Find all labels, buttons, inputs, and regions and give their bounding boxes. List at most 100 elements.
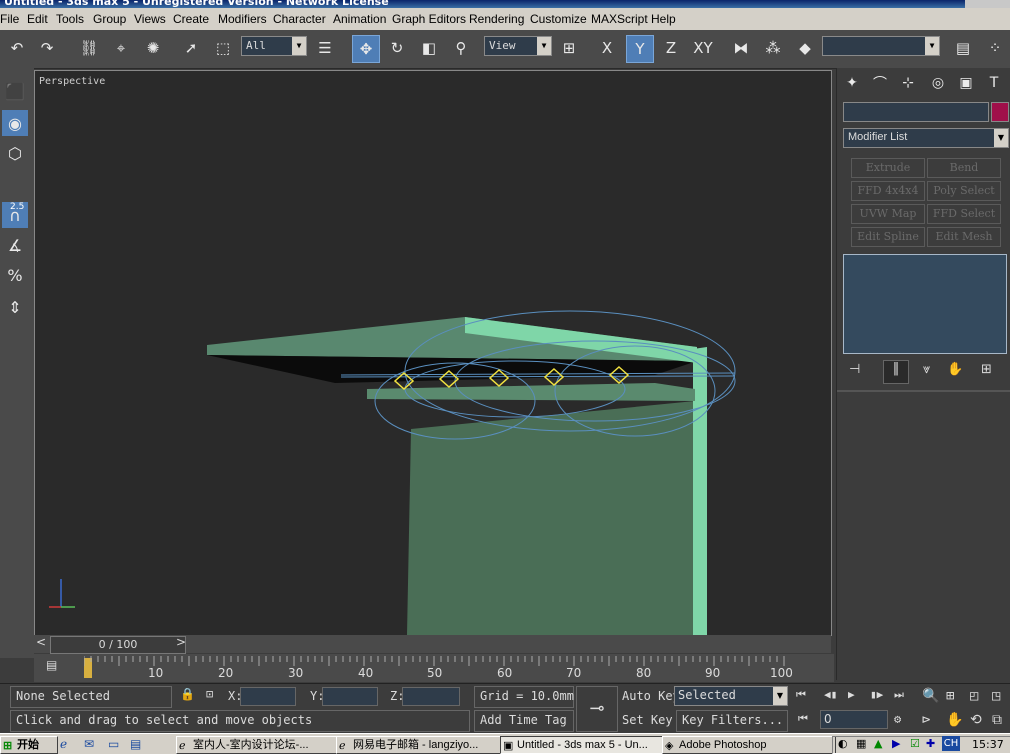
bind-space-warp-icon[interactable]: ✺ (140, 35, 166, 61)
align-icon[interactable]: ◆ (792, 35, 818, 61)
hierarchy-tab-icon[interactable]: ⊹ (897, 72, 919, 94)
media-icon[interactable]: ▶ (892, 737, 900, 750)
menu-file[interactable]: File (0, 12, 19, 26)
configure-modifier-sets-icon[interactable]: ⊞ (981, 362, 992, 377)
perspective-viewport[interactable]: Perspective (34, 70, 832, 636)
pin-stack-icon[interactable]: ⊣ (849, 362, 860, 377)
ie-icon[interactable]: ℯ (60, 737, 67, 751)
restrict-y-button[interactable]: Y (626, 35, 654, 63)
menu-create[interactable]: Create (173, 12, 209, 26)
add-time-tag-button[interactable]: Add Time Tag (480, 713, 567, 727)
menu-rendering[interactable]: Rendering (469, 12, 524, 26)
modifier-button[interactable]: FFD 4x4x4 (851, 181, 925, 201)
x-coordinate-field[interactable] (240, 687, 296, 706)
restrict-xy-button[interactable]: XY (690, 35, 716, 61)
show-end-result-icon[interactable]: ‖ (883, 360, 909, 384)
zoom-extents-all-icon[interactable]: ◳ (992, 688, 1000, 704)
material-editor-icon[interactable]: ⬡ (2, 140, 28, 166)
menu-animation[interactable]: Animation (333, 12, 386, 26)
spinner-snap-icon[interactable]: ⇕ (2, 294, 28, 320)
set-key-button[interactable]: Set Key (622, 713, 673, 727)
select-and-link-icon[interactable]: ⛓ (76, 35, 102, 61)
select-by-name-icon[interactable]: ☰ (312, 35, 338, 61)
restrict-x-button[interactable]: X (594, 35, 620, 61)
menu-tools[interactable]: Tools (56, 12, 84, 26)
ime-icon[interactable]: ✚ (926, 737, 935, 750)
volume-icon[interactable]: ◐ (838, 737, 848, 750)
modifier-button[interactable]: FFD Select (927, 204, 1001, 224)
auto-key-button[interactable]: Auto Key (622, 689, 680, 703)
next-frame-button[interactable]: > (176, 635, 186, 649)
track-bar-icon[interactable]: ▤ (46, 658, 64, 676)
select-object-icon[interactable]: ➚ (178, 35, 204, 61)
menu-maxscript[interactable]: MAXScript (591, 12, 648, 26)
maximize-viewport-icon[interactable]: ⧉ (992, 712, 1002, 728)
set-key-icon[interactable]: ⊸ (576, 686, 618, 732)
select-and-move-icon[interactable]: ✥ (352, 35, 380, 63)
use-pivot-center-icon[interactable]: ⊞ (556, 35, 582, 61)
menu-help[interactable]: Help (651, 12, 676, 26)
start-button[interactable]: ⊞ 开始 (0, 736, 58, 754)
utilities-tab-icon[interactable]: T (983, 72, 1005, 94)
shield-icon[interactable]: ☑ (910, 737, 920, 750)
modifier-button[interactable]: Edit Mesh (927, 227, 1001, 247)
track-bar[interactable]: ▤ 10 20 30 40 50 60 70 80 90 100 (34, 654, 834, 682)
modifier-button[interactable]: Edit Spline (851, 227, 925, 247)
absolute-mode-icon[interactable]: ⊡ (206, 687, 213, 701)
key-filters-button[interactable]: Key Filters... (682, 713, 783, 727)
undo-icon[interactable]: ↶ (4, 35, 30, 61)
outlook-icon[interactable]: ✉ (84, 737, 94, 751)
select-and-rotate-icon[interactable]: ↻ (384, 35, 410, 61)
angle-snap-icon[interactable]: ∡ (2, 232, 28, 258)
motion-tab-icon[interactable]: ◎ (927, 72, 949, 94)
y-coordinate-field[interactable] (322, 687, 378, 706)
render-scene-icon[interactable]: ◉ (2, 110, 28, 136)
language-indicator[interactable]: CH (942, 736, 960, 751)
go-to-start-icon[interactable]: ⏮ (796, 688, 806, 702)
pan-icon[interactable]: ✋ (946, 712, 963, 728)
taskbar-item[interactable]: ◈ Adobe Photoshop (662, 736, 836, 754)
key-mode-dropdown[interactable]: Selected ▼ (674, 686, 788, 706)
cube-icon[interactable]: ⬛ (2, 78, 28, 104)
field-of-view-icon[interactable]: ⊳ (922, 712, 930, 728)
redo-icon[interactable]: ↷ (34, 35, 60, 61)
taskbar-item[interactable]: ℯ 室内人-室内设计论坛-... (176, 736, 348, 754)
menu-modifiers[interactable]: Modifiers (218, 12, 267, 26)
time-slider[interactable]: < 0 / 100 > (34, 635, 831, 654)
time-slider-thumb[interactable]: 0 / 100 (50, 636, 186, 654)
play-icon[interactable]: ▶ (848, 688, 855, 701)
select-and-manipulate-icon[interactable]: ⚲ (448, 35, 474, 61)
named-selection-dropdown[interactable]: ▼ (822, 36, 940, 56)
menu-graph-editors[interactable]: Graph Editors (392, 12, 466, 26)
network-icon[interactable]: ▦ (856, 737, 866, 750)
unlink-icon[interactable]: ⌖ (108, 35, 134, 61)
z-coordinate-field[interactable] (402, 687, 460, 706)
lock-icon[interactable]: 🔒 (180, 687, 195, 701)
display-tab-icon[interactable]: ▣ (955, 72, 977, 94)
quick-launch-icon[interactable]: ▤ (130, 737, 141, 751)
key-mode-toggle-icon[interactable]: ⏮ (798, 712, 808, 726)
prev-frame-button[interactable]: < (36, 635, 46, 649)
menu-customize[interactable]: Customize (530, 12, 587, 26)
select-and-scale-icon[interactable]: ◧ (416, 35, 442, 61)
modify-tab-icon[interactable]: ⌒ (869, 72, 891, 94)
selection-filter-dropdown[interactable]: All ▼ (241, 36, 307, 56)
reference-coordinate-dropdown[interactable]: View ▼ (484, 36, 552, 56)
window-controls[interactable] (965, 0, 1010, 8)
previous-frame-icon[interactable]: ◀▮ (824, 688, 837, 701)
menu-edit[interactable]: Edit (27, 12, 48, 26)
layers-icon[interactable]: ▤ (950, 35, 976, 61)
modifier-button[interactable]: Poly Select (927, 181, 1001, 201)
menu-views[interactable]: Views (134, 12, 166, 26)
modifier-button[interactable]: Extrude (851, 158, 925, 178)
menu-character[interactable]: Character (273, 12, 326, 26)
object-name-field[interactable] (843, 102, 989, 122)
mirror-icon[interactable]: ⧓ (728, 35, 754, 61)
zoom-all-icon[interactable]: ⊞ (946, 688, 954, 704)
zoom-icon[interactable]: 🔍 (922, 688, 939, 704)
taskbar-item[interactable]: ℯ 网易电子邮箱 - langziyo... (336, 736, 510, 754)
show-desktop-icon[interactable]: ▭ (108, 737, 119, 751)
restrict-z-button[interactable]: Z (658, 35, 684, 61)
modifier-button[interactable]: Bend (927, 158, 1001, 178)
update-icon[interactable]: ▲ (874, 737, 882, 750)
